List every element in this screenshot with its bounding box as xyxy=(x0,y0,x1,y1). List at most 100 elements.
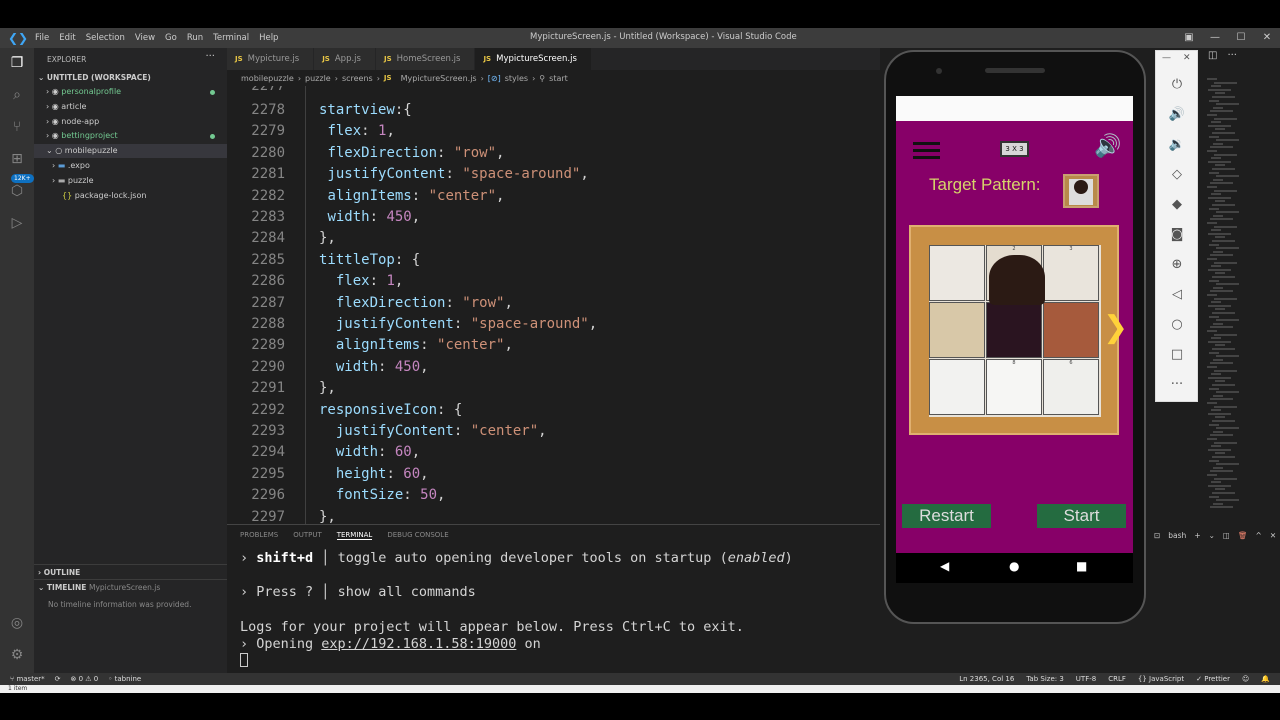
code-editor[interactable]: 2277 2278 startview:{2279 flex: 1, 2280 fl… xyxy=(227,86,880,524)
settings-gear-icon[interactable]: ⚙ xyxy=(6,644,28,666)
search-icon[interactable]: ⌕ xyxy=(6,84,28,106)
workspace-title[interactable]: ⌄ UNTITLED (WORKSPACE) xyxy=(38,73,151,82)
minimap[interactable] xyxy=(1205,70,1260,524)
code-line[interactable]: justifyContent: "center", xyxy=(319,423,547,439)
tree-item-mobilepuzzle[interactable]: ⌄ ○ mobilepuzzle xyxy=(34,144,227,158)
tree-item-package-lock[interactable]: {} package-lock.json xyxy=(34,189,227,203)
puzzle-tile[interactable]: 8 xyxy=(986,359,1042,415)
breadcrumb-mobilepuzzle[interactable]: mobilepuzzle xyxy=(241,74,294,83)
code-line[interactable]: alignItems: "center", xyxy=(319,337,513,353)
back-icon[interactable]: ◁ xyxy=(1167,285,1187,305)
split-terminal-icon[interactable]: ◫ xyxy=(1223,531,1230,540)
layout-icon[interactable]: ▣ xyxy=(1176,28,1202,48)
code-line[interactable]: alignItems: "center", xyxy=(319,188,504,204)
camera-icon[interactable]: ◙ xyxy=(1167,225,1187,245)
hamburger-menu-icon[interactable] xyxy=(913,138,940,162)
code-line[interactable]: width: 60, xyxy=(319,444,420,460)
code-line[interactable]: justifyContent: "space-around", xyxy=(319,166,588,182)
feedback-icon[interactable]: ☺ xyxy=(1242,675,1249,683)
code-line[interactable]: width: 450, xyxy=(319,359,429,375)
restart-button[interactable]: Restart xyxy=(902,504,991,528)
trash-icon[interactable]: 🗑 xyxy=(1238,531,1248,540)
code-line[interactable]: height: 60, xyxy=(319,466,429,482)
puzzle-tile[interactable] xyxy=(929,245,985,301)
puzzle-tile[interactable] xyxy=(929,359,985,415)
breadcrumb-file[interactable]: MypictureScreen.js xyxy=(401,74,477,83)
tab-size[interactable]: Tab Size: 3 xyxy=(1026,675,1063,683)
grid-size-button[interactable]: 3 X 3 xyxy=(1000,141,1029,157)
explorer-icon[interactable]: ❐ xyxy=(6,52,28,74)
nav-recents-icon[interactable]: ■ xyxy=(1076,559,1087,573)
code-line[interactable]: justifyContent: "space-around", xyxy=(319,316,597,332)
start-button[interactable]: Start xyxy=(1037,504,1126,528)
panel-tab-problems[interactable]: PROBLEMS xyxy=(240,531,278,540)
menu-selection[interactable]: Selection xyxy=(81,33,130,43)
overview-icon[interactable]: □ xyxy=(1167,345,1187,365)
zoom-icon[interactable]: ⊕ xyxy=(1167,255,1187,275)
problems-status[interactable]: ⊗ 0 ⚠ 0 xyxy=(71,675,99,683)
remote-explorer-icon[interactable]: ⬡ xyxy=(6,180,28,202)
code-line[interactable]: flex: 1, xyxy=(319,123,394,139)
code-line[interactable]: flexDirection: "row", xyxy=(319,295,513,311)
next-arrow-icon[interactable]: ❯ xyxy=(1103,310,1128,345)
line-endings[interactable]: CRLF xyxy=(1108,675,1126,683)
code-line[interactable]: tittleTop: { xyxy=(319,252,420,268)
code-line[interactable]: responsiveIcon: { xyxy=(319,402,462,418)
extensions-icon[interactable]: ⊞ xyxy=(6,148,28,170)
run-debug-icon[interactable]: ▷ xyxy=(6,212,28,234)
more-options-icon[interactable]: ··· xyxy=(1167,375,1187,395)
encoding[interactable]: UTF-8 xyxy=(1076,675,1096,683)
maximize-icon[interactable]: ☐ xyxy=(1228,28,1254,48)
language-mode[interactable]: {} JavaScript xyxy=(1138,675,1184,683)
close-icon[interactable]: ✕ xyxy=(1254,28,1280,48)
nav-home-icon[interactable]: ● xyxy=(1009,559,1019,573)
code-line[interactable]: }, xyxy=(319,509,336,524)
tab-app[interactable]: JS App.js xyxy=(314,48,376,70)
branch-status[interactable]: ⑂ master* xyxy=(10,675,45,683)
menu-view[interactable]: View xyxy=(130,33,160,43)
shell-name[interactable]: bash xyxy=(1168,531,1186,540)
tab-mypicture[interactable]: JS Mypicture.js xyxy=(227,48,315,70)
timeline-section[interactable]: ⌄ TIMELINE MypictureScreen.js xyxy=(34,579,227,592)
source-control-icon[interactable]: ⑂ xyxy=(6,116,28,138)
home-icon[interactable]: ○ xyxy=(1167,315,1187,335)
volume-up-icon[interactable]: 🔊 xyxy=(1167,105,1187,125)
menu-file[interactable]: File xyxy=(30,33,54,43)
breadcrumb-screens[interactable]: screens xyxy=(342,74,373,83)
puzzle-tile[interactable] xyxy=(1043,302,1099,358)
tree-item-article[interactable]: › ◉ article xyxy=(34,100,227,114)
power-icon[interactable]: ⏻ xyxy=(1167,75,1187,95)
puzzle-tile[interactable]: 3 xyxy=(1043,245,1099,301)
rotate-right-icon[interactable]: ◆ xyxy=(1167,195,1187,215)
expo-url-link[interactable]: exp://192.168.1.58:19000 xyxy=(321,636,516,652)
code-line[interactable]: fontSize: 50, xyxy=(319,487,446,503)
code-line[interactable]: startview:{ xyxy=(319,102,412,118)
tab-homescreen[interactable]: JS HomeScreen.js xyxy=(375,48,476,70)
menu-edit[interactable]: Edit xyxy=(54,33,80,43)
code-line[interactable]: }, xyxy=(319,380,336,396)
breadcrumb-styles[interactable]: styles xyxy=(505,74,528,83)
rotate-left-icon[interactable]: ◇ xyxy=(1167,165,1187,185)
breadcrumb-puzzle[interactable]: puzzle xyxy=(305,74,331,83)
sync-icon[interactable]: ⟳ xyxy=(55,675,61,683)
puzzle-tile-empty[interactable] xyxy=(986,302,1042,358)
puzzle-tile[interactable] xyxy=(929,302,985,358)
volume-down-icon[interactable]: 🔉 xyxy=(1167,135,1187,155)
code-line[interactable]: flex: 1, xyxy=(319,273,403,289)
speaker-icon[interactable]: 🔊 xyxy=(1094,134,1121,159)
breadcrumb-start[interactable]: start xyxy=(549,74,568,83)
notifications-icon[interactable]: 🔔 xyxy=(1261,675,1270,683)
chevron-up-icon[interactable]: ^ xyxy=(1256,531,1262,540)
chevron-down-icon[interactable]: ⌄ xyxy=(1209,531,1215,540)
prettier-status[interactable]: ✓ Prettier xyxy=(1196,675,1230,683)
split-editor-icon[interactable]: ◫ xyxy=(1208,50,1217,61)
outline-section[interactable]: › OUTLINE xyxy=(34,564,227,577)
tree-item-node-app[interactable]: › ◉ node-app xyxy=(34,115,227,129)
menu-run[interactable]: Run xyxy=(182,33,208,43)
minimize-icon[interactable]: — xyxy=(1202,28,1228,48)
emulator-minimize-icon[interactable]: — xyxy=(1162,53,1171,63)
panel-tab-terminal[interactable]: TERMINAL xyxy=(336,531,373,540)
tree-item-puzzle[interactable]: › ▬ puzzle xyxy=(34,174,227,188)
tree-item-expo[interactable]: › ▬ .expo xyxy=(34,159,227,173)
more-actions-icon[interactable]: ··· xyxy=(205,51,215,62)
